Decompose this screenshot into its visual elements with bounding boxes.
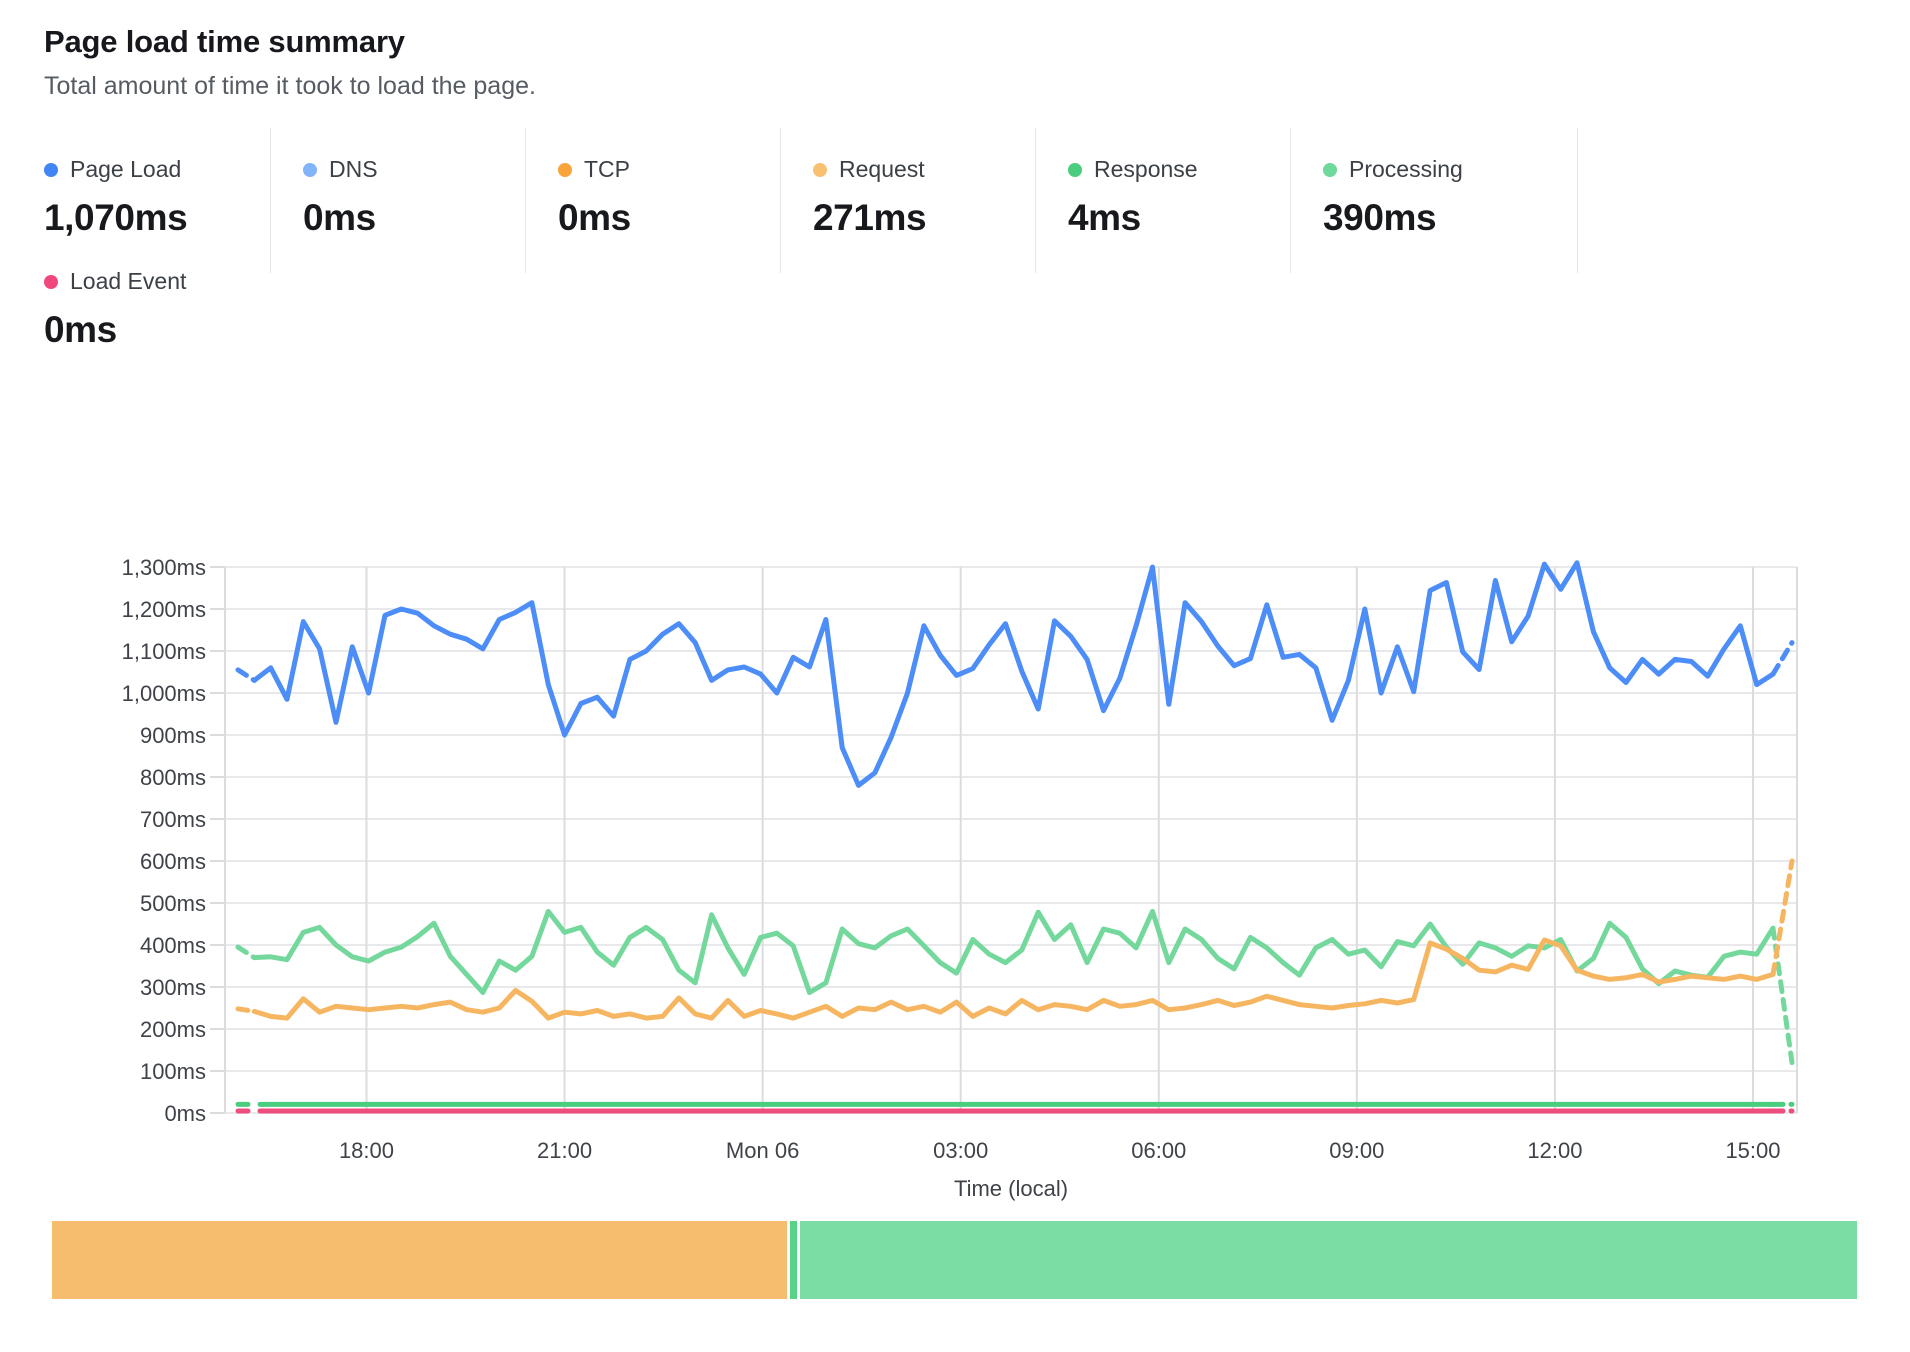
legend-dot	[44, 163, 58, 177]
metric-response: Response 4ms	[1035, 128, 1290, 273]
y-axis-tick-label: 900ms	[140, 723, 206, 748]
bar-segment-response-share	[790, 1221, 797, 1299]
y-axis-tick-label: 800ms	[140, 765, 206, 790]
x-axis-tick-label: 03:00	[933, 1138, 988, 1163]
y-axis-tick-label: 0ms	[164, 1101, 206, 1126]
y-axis-tick-label: 700ms	[140, 807, 206, 832]
metric-label: Response	[1094, 156, 1198, 183]
metric-value: 0ms	[558, 197, 780, 239]
metric-value: 0ms	[303, 197, 525, 239]
y-axis-tick-label: 1,200ms	[122, 597, 206, 622]
y-axis-tick-label: 600ms	[140, 849, 206, 874]
metric-page-load: Page Load 1,070ms	[44, 128, 270, 273]
legend-dot	[558, 163, 572, 177]
metric-request: Request 271ms	[780, 128, 1035, 273]
metric-label: Page Load	[70, 156, 181, 183]
series-page-load-line	[238, 563, 1792, 786]
x-axis-tick-label: 15:00	[1725, 1138, 1780, 1163]
y-axis-tick-label: 1,300ms	[122, 555, 206, 580]
metrics-summary-row: Page Load 1,070ms DNS 0ms TCP 0ms Request 271ms…	[44, 128, 1886, 273]
load-event-metric: Load Event 0ms	[44, 268, 186, 351]
y-axis-tick-label: 500ms	[140, 891, 206, 916]
metric-value: 271ms	[813, 197, 1035, 239]
metric-label: Processing	[1349, 156, 1463, 183]
y-axis-tick-label: 100ms	[140, 1059, 206, 1084]
x-axis-tick-label: 12:00	[1527, 1138, 1582, 1163]
legend-dot	[1323, 163, 1337, 177]
y-axis-tick-label: 1,100ms	[122, 639, 206, 664]
load-event-value: 0ms	[44, 309, 186, 351]
metric-label: TCP	[584, 156, 630, 183]
page-load-summary-panel: Page load time summary Total amount of t…	[0, 0, 1910, 1352]
load-event-label: Load Event	[70, 268, 186, 295]
load-time-chart[interactable]: 0ms 100ms 200ms 300ms 400ms 500ms 600ms 700ms 80…	[0, 430, 1910, 1221]
bar-segment-request-share	[52, 1221, 787, 1299]
x-axis-tick-label: 06:00	[1131, 1138, 1186, 1163]
metric-dns: DNS 0ms	[270, 128, 525, 273]
legend-dot	[813, 163, 827, 177]
y-axis-tick-label: 300ms	[140, 975, 206, 1000]
load-time-chart-svg[interactable]: 0ms 100ms 200ms 300ms 400ms 500ms 600ms 700ms 80…	[0, 430, 1910, 1221]
metric-tcp: TCP 0ms	[525, 128, 780, 273]
metric-label: Request	[839, 156, 925, 183]
bar-segment-processing-share	[800, 1221, 1857, 1299]
load-event-legend-dot	[44, 275, 58, 289]
page-subtitle: Total amount of time it took to load the…	[44, 72, 536, 101]
metric-value: 1,070ms	[44, 197, 270, 239]
metric-value: 390ms	[1323, 197, 1577, 239]
x-axis-title: Time (local)	[954, 1176, 1068, 1201]
metrics-row-spacer	[1577, 128, 1886, 273]
y-axis-tick-label: 200ms	[140, 1017, 206, 1042]
x-axis-tick-label: Mon 06	[726, 1138, 799, 1163]
y-axis-tick-label: 1,000ms	[122, 681, 206, 706]
time-breakdown-bar	[52, 1221, 1857, 1299]
x-axis-tick-label: 18:00	[339, 1138, 394, 1163]
legend-dot	[1068, 163, 1082, 177]
legend-dot	[303, 163, 317, 177]
metric-value: 4ms	[1068, 197, 1290, 239]
x-axis-tick-label: 21:00	[537, 1138, 592, 1163]
page-title: Page load time summary	[44, 24, 405, 60]
y-axis-tick-label: 400ms	[140, 933, 206, 958]
metric-processing: Processing 390ms	[1290, 128, 1577, 273]
x-axis-tick-label: 09:00	[1329, 1138, 1384, 1163]
metric-label: DNS	[329, 156, 378, 183]
